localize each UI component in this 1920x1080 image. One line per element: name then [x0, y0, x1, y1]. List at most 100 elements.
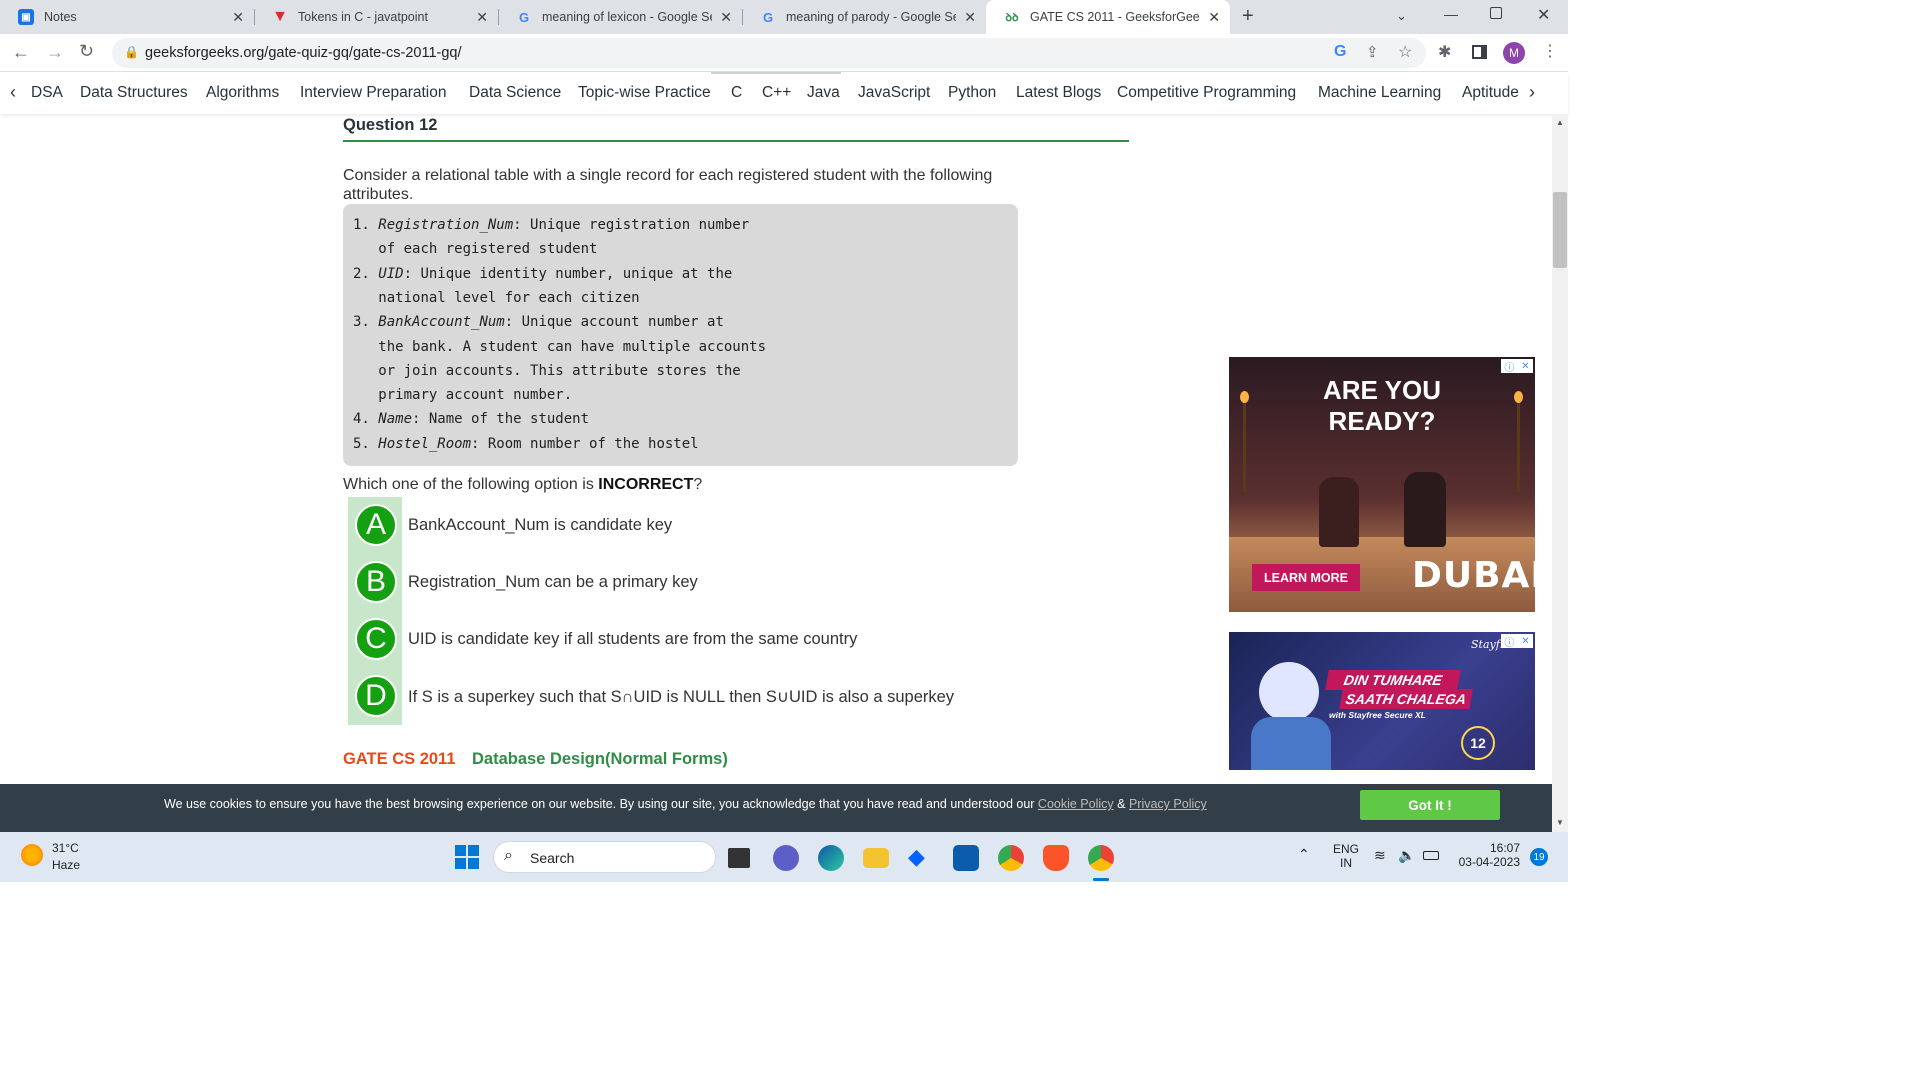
side-panel-icon[interactable] — [1472, 45, 1487, 59]
menu-kebab-icon[interactable]: ⋮ — [1542, 41, 1558, 61]
nav-item-competitive-programming[interactable]: Competitive Programming — [1117, 84, 1296, 102]
nav-item-latest-blogs[interactable]: Latest Blogs — [1016, 84, 1101, 102]
share-icon[interactable]: ⇪ — [1366, 43, 1379, 61]
restore-icon[interactable] — [1490, 7, 1502, 19]
wifi-icon[interactable]: ≋ — [1374, 847, 1386, 864]
page-scrollbar[interactable]: ▲ ▼ — [1552, 114, 1568, 832]
stayfree-ad[interactable]: DIN TUMHARE SAATH CHALEGA with Stayfree … — [1229, 632, 1535, 770]
nav-item-machine-learning[interactable]: Machine Learning — [1318, 84, 1441, 102]
close-tab-icon[interactable]: ✕ — [720, 9, 732, 26]
nav-item-cpp[interactable]: C++ — [762, 84, 791, 102]
cookie-policy-link[interactable]: Cookie Policy — [1038, 797, 1114, 811]
taskbar-search-box[interactable]: ⌕ Search — [493, 841, 716, 873]
chrome-icon[interactable] — [998, 845, 1024, 871]
topic-tag-link[interactable]: Database Design(Normal Forms) — [472, 750, 728, 769]
google-icon: G — [518, 9, 530, 25]
nav-item-data-structures[interactable]: Data Structures — [80, 84, 188, 102]
weather-desc[interactable]: Haze — [52, 858, 80, 872]
exam-tag-link[interactable]: GATE CS 2011 — [343, 750, 456, 769]
tab-geeksforgeeks[interactable]: ꝺꝺ GATE CS 2011 - GeeksforGeeks ✕ — [986, 0, 1230, 34]
address-bar[interactable]: 🔒 geeksforgeeks.org/gate-quiz-gq/gate-cs… — [112, 38, 1426, 68]
tray-overflow-chevron-icon[interactable]: ⌃ — [1298, 846, 1310, 863]
forward-icon[interactable]: → — [46, 42, 64, 63]
ad-close-icon[interactable]: ✕ — [1521, 361, 1529, 372]
tab-google-parody[interactable]: G meaning of parody - Google Sea ✕ — [742, 0, 986, 34]
url-text[interactable]: geeksforgeeks.org/gate-quiz-gq/gate-cs-2… — [145, 45, 462, 61]
teams-chat-icon[interactable] — [773, 845, 799, 871]
language-indicator[interactable]: ENG IN — [1333, 842, 1359, 870]
option-a-text[interactable]: BankAccount_Num is candidate key — [408, 516, 672, 535]
nav-item-javascript[interactable]: JavaScript — [858, 84, 930, 102]
bookmark-star-icon[interactable]: ☆ — [1398, 42, 1412, 62]
nav-item-interview-preparation[interactable]: Interview Preparation — [300, 84, 446, 102]
edge-icon[interactable] — [818, 845, 844, 871]
file-explorer-icon[interactable] — [863, 848, 889, 868]
extensions-icon[interactable]: ✱ — [1438, 42, 1451, 62]
clock[interactable]: 16:07 03-04-2023 — [1454, 841, 1520, 869]
browser-tab-bar: ▣ Notes ✕ ▼ Tokens in C - javatpoint ✕ G… — [0, 0, 1568, 34]
nav-item-dsa[interactable]: DSA — [31, 84, 63, 102]
tab-search-chevron-icon[interactable]: ⌄ — [1396, 8, 1407, 24]
adchoices-icon[interactable]: ⓘ — [1504, 359, 1514, 374]
option-c-text[interactable]: UID is candidate key if all students are… — [408, 630, 857, 649]
scrollbar-thumb[interactable] — [1553, 192, 1567, 268]
nav-item-topic-wise-practice[interactable]: Topic-wise Practice — [578, 84, 711, 102]
task-view-icon[interactable] — [728, 848, 750, 868]
new-tab-button[interactable]: + — [1242, 5, 1254, 28]
scroll-down-icon[interactable]: ▼ — [1556, 818, 1564, 827]
tab-google-lexicon[interactable]: G meaning of lexicon - Google Sea ✕ — [498, 0, 742, 34]
nav-item-algorithms[interactable]: Algorithms — [206, 84, 279, 102]
nav-item-data-science[interactable]: Data Science — [469, 84, 561, 102]
ad-choices[interactable]: ⓘ ✕ — [1501, 359, 1533, 374]
option-c-badge[interactable]: C — [355, 618, 397, 660]
code-line-prefix: 1. — [353, 217, 379, 233]
tab-javatpoint[interactable]: ▼ Tokens in C - javatpoint ✕ — [254, 0, 498, 34]
back-icon[interactable]: ← — [12, 42, 30, 63]
profile-avatar[interactable]: M — [1503, 42, 1525, 64]
ad-close-icon[interactable]: ✕ — [1521, 636, 1529, 647]
battery-icon[interactable] — [1423, 851, 1439, 860]
sticky-app-icon[interactable] — [953, 845, 979, 871]
ad-learn-more-button[interactable]: LEARN MORE — [1252, 564, 1360, 591]
dropbox-icon[interactable]: ◆ — [908, 844, 925, 870]
close-tab-icon[interactable]: ✕ — [964, 9, 976, 26]
close-window-icon[interactable]: ✕ — [1537, 5, 1550, 25]
nav-item-c[interactable]: C — [731, 84, 742, 102]
google-lens-icon[interactable]: G — [1334, 43, 1346, 61]
ad-headline-line1: ARE YOU — [1323, 375, 1441, 405]
option-b-badge[interactable]: B — [355, 561, 397, 603]
adchoices-icon[interactable]: ⓘ — [1504, 634, 1514, 649]
nav-item-aptitude[interactable]: Aptitude — [1462, 84, 1519, 102]
option-b-text[interactable]: Registration_Num can be a primary key — [408, 573, 698, 592]
got-it-button[interactable]: Got It ! — [1360, 790, 1500, 820]
minimize-icon[interactable]: — — [1444, 6, 1458, 22]
windows-start-icon[interactable] — [455, 845, 479, 869]
weather-temp[interactable]: 31°C — [52, 841, 79, 855]
close-tab-icon[interactable]: ✕ — [232, 9, 244, 26]
reload-icon[interactable]: ↻ — [79, 41, 94, 62]
option-a-badge[interactable]: A — [355, 504, 397, 546]
scroll-up-icon[interactable]: ▲ — [1556, 118, 1564, 127]
chrome-profile-icon[interactable] — [1088, 845, 1114, 871]
nav-item-python[interactable]: Python — [948, 84, 996, 102]
brave-icon[interactable] — [1043, 845, 1069, 871]
nav-left-chevron-icon[interactable]: ‹ — [10, 82, 16, 103]
option-d-badge[interactable]: D — [355, 675, 397, 717]
code-line-rest: : Unique registration number — [513, 217, 750, 233]
ad-torch-flame — [1514, 391, 1523, 403]
nav-item-java[interactable]: Java — [807, 84, 840, 102]
code-line-term: Registration_Num — [378, 217, 514, 233]
tab-notes[interactable]: ▣ Notes ✕ — [0, 0, 254, 34]
code-line: 5. Hostel_Room: Room number of the hoste… — [353, 436, 699, 452]
ad-choices[interactable]: ⓘ ✕ — [1501, 634, 1533, 649]
close-tab-icon[interactable]: ✕ — [476, 9, 488, 26]
privacy-policy-link[interactable]: Privacy Policy — [1129, 797, 1207, 811]
nav-right-chevron-icon[interactable]: › — [1529, 82, 1535, 103]
volume-icon[interactable]: 🔈 — [1398, 847, 1415, 864]
option-d-text[interactable]: If S is a superkey such that S∩UID is NU… — [408, 687, 954, 707]
notification-badge[interactable]: 19 — [1530, 848, 1548, 866]
close-tab-icon[interactable]: ✕ — [1208, 9, 1220, 26]
javatpoint-icon: ▼ — [272, 8, 288, 25]
dubai-ad[interactable]: ARE YOU READY? LEARN MORE DUBAI ⓘ ✕ — [1229, 357, 1535, 612]
weather-haze-icon[interactable] — [21, 844, 43, 866]
